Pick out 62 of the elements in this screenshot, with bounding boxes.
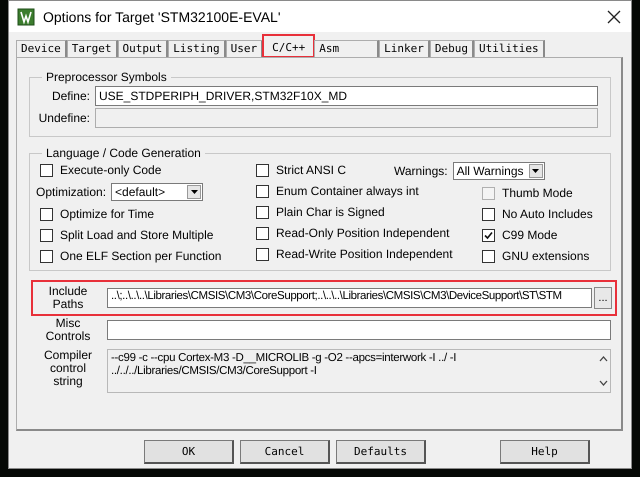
field-label: Include Paths: [48, 285, 88, 311]
checkbox-label: Strict ANSI C: [276, 163, 346, 177]
checkbox-label: Read-Write Position Independent: [276, 247, 453, 261]
tab[interactable]: Target: [66, 40, 118, 57]
group-title: Language / Code Generation: [45, 146, 202, 160]
tab[interactable]: Linker: [379, 40, 430, 57]
scroll-up-icon[interactable]: [598, 356, 608, 362]
field-label: Misc Controls: [44, 317, 92, 343]
window-title: Options for Target 'STM32100E-EVAL': [43, 8, 282, 24]
checkbox[interactable]: [256, 164, 269, 176]
tab[interactable]: C/C++: [263, 35, 314, 57]
checkbox[interactable]: [40, 208, 53, 220]
checkbox-label: Execute-only Code: [60, 163, 162, 177]
text-area: --c99 -c --cpu Cortex-M3 -D__MICROLIB -g -O2 --apcs=interwork -I ../ -I ../../../Libraries/CMSIS/CM3/CoreSupport -I: [107, 349, 611, 393]
dropdown-label: Warnings:: [394, 164, 448, 178]
checkbox-label: Enum Container always int: [276, 184, 419, 198]
field-label: Define:: [50, 89, 90, 103]
tab[interactable]: Debug: [430, 40, 474, 57]
checkbox-label: C99 Mode: [502, 228, 558, 242]
scroll-down-icon[interactable]: [598, 380, 608, 386]
checkbox-label: One ELF Section per Function: [60, 249, 222, 263]
checkbox[interactable]: [40, 164, 53, 176]
checkbox-label: Optimize for Time: [60, 207, 154, 221]
checkbox[interactable]: [482, 228, 495, 242]
dialog-button[interactable]: Defaults: [336, 440, 426, 464]
checkbox-label: GNU extensions: [502, 249, 590, 263]
checkbox-label: Read-Only Position Independent: [276, 226, 450, 240]
checkbox[interactable]: [482, 208, 495, 220]
checkbox[interactable]: [40, 228, 53, 242]
checkbox[interactable]: [40, 250, 53, 262]
checkbox-label: No Auto Includes: [502, 207, 593, 221]
close-icon[interactable]: [607, 10, 621, 24]
group-title: Preprocessor Symbols: [45, 70, 168, 84]
dropdown-label: Optimization:: [36, 185, 106, 199]
tab[interactable]: Asm: [314, 40, 380, 57]
checkbox-label: Split Load and Store Multiple: [60, 228, 214, 242]
field-label: Undefine:: [38, 111, 90, 125]
browse-button[interactable]: ...: [594, 287, 612, 309]
input-field[interactable]: USE_STDPERIPH_DRIVER,STM32F10X_MD: [95, 86, 598, 106]
dialog-button[interactable]: OK: [144, 440, 234, 464]
checkbox[interactable]: [256, 248, 269, 260]
checkbox[interactable]: [256, 184, 269, 198]
tab[interactable]: Output: [118, 40, 168, 57]
field-label: Compiler control string: [42, 349, 93, 388]
checkbox[interactable]: [482, 250, 495, 262]
caret-icon: [532, 169, 540, 173]
dropdown[interactable]: All Warnings: [452, 162, 545, 180]
tab[interactable]: Utilities: [474, 40, 545, 57]
input-field[interactable]: [107, 320, 611, 340]
dropdown[interactable]: <default>: [111, 183, 204, 201]
checkbox-label: Plain Char is Signed: [276, 205, 385, 219]
checkbox[interactable]: [256, 206, 269, 218]
dialog-button[interactable]: Cancel: [240, 440, 330, 464]
tab[interactable]: Listing: [168, 40, 226, 57]
input-field[interactable]: ..\;..\..\..\Libraries\CMSIS\CM3\CoreSupport;..\..\..\Libraries\CMSIS\CM3\DeviceSupport\ST\STM: [107, 288, 592, 308]
tab[interactable]: Device: [16, 40, 67, 57]
app-icon: [17, 8, 35, 26]
caret-icon: [190, 190, 198, 194]
dialog-button[interactable]: Help: [500, 440, 590, 464]
tab[interactable]: User: [226, 40, 264, 57]
checkbox-label: Thumb Mode: [502, 186, 573, 200]
checkbox[interactable]: [256, 226, 269, 240]
